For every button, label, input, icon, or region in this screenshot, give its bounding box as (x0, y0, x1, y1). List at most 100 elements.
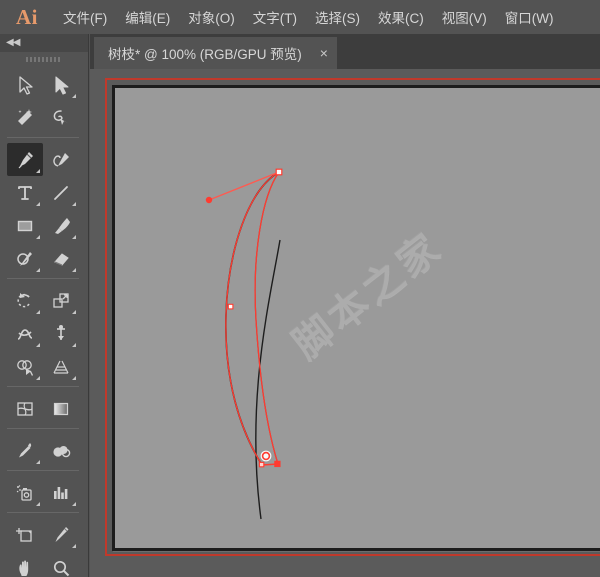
tool-flyout-indicator-icon (72, 376, 76, 380)
paintbrush-tool-icon (55, 217, 70, 234)
tools-panel-drag-handle[interactable] (0, 52, 88, 66)
blend-tool[interactable] (43, 434, 79, 467)
eraser-tool-icon (54, 252, 69, 266)
eyedropper-tool[interactable] (7, 434, 43, 467)
menu-select[interactable]: 选择(S) (306, 3, 369, 31)
scale-tool[interactable] (43, 284, 79, 317)
tool-flyout-indicator-icon (36, 460, 40, 464)
pen-tool[interactable] (7, 143, 43, 176)
eraser-tool[interactable] (43, 242, 79, 275)
hand-tool[interactable] (7, 551, 43, 577)
perspective-grid-tool-icon (53, 360, 69, 374)
magic-wand-tool-icon (18, 108, 32, 125)
lasso-tool[interactable] (43, 101, 79, 134)
tools-panel: ◀◀ (0, 34, 89, 577)
menu-object[interactable]: 对象(O) (179, 3, 244, 31)
line-segment-tool[interactable] (43, 176, 79, 209)
tool-flyout-indicator-icon (72, 502, 76, 506)
menu-view[interactable]: 视图(V) (433, 3, 496, 31)
canvas-area[interactable]: 脚本之家 (90, 69, 600, 577)
type-tool-icon (18, 185, 32, 200)
shaper-tool-icon (17, 251, 32, 266)
lasso-tool-icon (53, 109, 68, 125)
tool-flyout-indicator-icon (36, 502, 40, 506)
rectangle-tool[interactable] (7, 209, 43, 242)
tool-flyout-indicator-icon (72, 310, 76, 314)
slice-tool-icon (55, 526, 69, 542)
shaper-tool[interactable] (7, 242, 43, 275)
tool-group (0, 66, 88, 134)
artboard-tool[interactable] (7, 518, 43, 551)
curvature-tool[interactable] (43, 143, 79, 176)
shape-builder-tool-icon (17, 359, 33, 376)
close-icon[interactable]: × (320, 46, 328, 60)
tool-flyout-indicator-icon (36, 310, 40, 314)
tool-group (0, 390, 88, 425)
tool-flyout-indicator-icon (72, 202, 76, 206)
tool-flyout-indicator-icon (72, 268, 76, 272)
tool-group-separator (7, 386, 79, 387)
menu-effect[interactable]: 效果(C) (369, 3, 433, 31)
rectangle-tool-icon (17, 220, 33, 231)
tool-flyout-indicator-icon (72, 544, 76, 548)
document-tab-bar: 树枝* @ 100% (RGB/GPU 预览) × (90, 34, 600, 69)
watermark-text: 脚本之家 (284, 224, 451, 368)
rotate-tool-icon (17, 292, 31, 307)
rotate-tool[interactable] (7, 284, 43, 317)
selection-tool[interactable] (7, 68, 43, 101)
free-transform-tool[interactable] (43, 317, 79, 350)
symbol-sprayer-tool[interactable] (7, 476, 43, 509)
tool-flyout-indicator-icon (72, 235, 76, 239)
menu-type[interactable]: 文字(T) (244, 3, 306, 31)
tool-group (0, 432, 88, 467)
artboard-tool-icon (16, 527, 32, 542)
perspective-grid-tool[interactable] (43, 350, 79, 383)
tools-grid (0, 66, 88, 577)
tool-flyout-indicator-icon (36, 343, 40, 347)
column-graph-tool-icon (54, 486, 68, 499)
tool-flyout-indicator-icon (36, 202, 40, 206)
direct-selection-tool[interactable] (43, 68, 79, 101)
gradient-tool[interactable] (43, 392, 79, 425)
tool-group (0, 516, 88, 577)
hand-tool-icon (19, 560, 29, 576)
curvature-tool-icon (53, 152, 69, 167)
mesh-tool-icon (17, 401, 33, 416)
illustrator-window: Ai 文件(F) 编辑(E) 对象(O) 文字(T) 选择(S) 效果(C) 视图(V) 窗口… (0, 0, 600, 577)
collapse-panel-icon[interactable]: ◀◀ (6, 37, 20, 48)
artboard[interactable]: 脚本之家 (112, 85, 600, 551)
paintbrush-tool[interactable] (43, 209, 79, 242)
symbol-sprayer-tool-icon (16, 484, 32, 501)
tool-flyout-indicator-icon (36, 376, 40, 380)
document-tab[interactable]: 树枝* @ 100% (RGB/GPU 预览) × (94, 37, 337, 69)
slice-tool[interactable] (43, 518, 79, 551)
direct-selection-tool-icon (55, 75, 69, 95)
menu-window[interactable]: 窗口(W) (496, 3, 563, 31)
tools-panel-header: ◀◀ (0, 34, 88, 52)
magic-wand-tool[interactable] (7, 101, 43, 134)
gradient-tool-icon (53, 402, 69, 415)
free-transform-tool-icon (57, 324, 65, 340)
column-graph-tool[interactable] (43, 476, 79, 509)
tool-group-separator (7, 512, 79, 513)
menu-bar: Ai 文件(F) 编辑(E) 对象(O) 文字(T) 选择(S) 效果(C) 视图(V) 窗口… (0, 0, 600, 34)
zoom-tool[interactable] (43, 551, 79, 577)
width-tool-icon (17, 328, 33, 340)
ai-logo: Ai (16, 4, 38, 29)
type-tool[interactable] (7, 176, 43, 209)
mesh-tool[interactable] (7, 392, 43, 425)
tool-flyout-indicator-icon (36, 169, 40, 173)
document-tab-title: 树枝* @ 100% (RGB/GPU 预览) (108, 47, 302, 62)
menu-edit[interactable]: 编辑(E) (116, 3, 179, 31)
zoom-tool-icon (53, 560, 70, 576)
tool-group (0, 282, 88, 383)
width-tool[interactable] (7, 317, 43, 350)
tool-flyout-indicator-icon (36, 268, 40, 272)
menu-file[interactable]: 文件(F) (54, 3, 116, 31)
tool-flyout-indicator-icon (72, 343, 76, 347)
line-segment-tool-icon (54, 185, 68, 200)
tool-group-separator (7, 428, 79, 429)
shape-builder-tool[interactable] (7, 350, 43, 383)
eyedropper-tool-icon (19, 442, 32, 457)
tool-group-separator (7, 278, 79, 279)
